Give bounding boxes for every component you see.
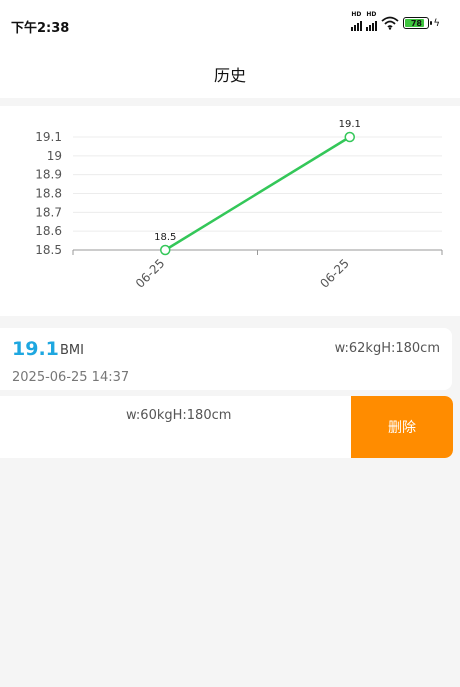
status-bar: 下午2:38 HD HD 78 ϟ — [0, 0, 460, 48]
charging-icon: ϟ — [433, 17, 440, 29]
wifi-icon — [381, 16, 399, 30]
y-tick-label: 18.8 — [35, 187, 62, 201]
data-point — [344, 131, 355, 143]
record-datetime: 2025-06-25 14:37 — [12, 370, 130, 385]
data-label: 18.5 — [154, 232, 176, 243]
status-icons: HD HD 78 ϟ — [351, 11, 440, 31]
battery-level: 78 — [410, 18, 422, 28]
battery-icon: 78 — [403, 17, 433, 29]
page-title: 历史 — [213, 66, 246, 85]
bmi-value: 19.1 — [12, 338, 59, 360]
data-point — [160, 244, 171, 256]
x-tick-label: 06-25 — [133, 256, 168, 291]
status-time: 下午2:38 — [11, 21, 70, 36]
x-tick-label: 06-25 — [317, 256, 352, 291]
data-label: 19.1 — [339, 119, 361, 130]
record-card-swiped[interactable]: w:60kgH:180cm 删除 — [0, 396, 453, 458]
chart-svg: 18.5 18.6 18.7 18.8 18.9 19 19.1 06-25 06-25 18.5… — [35, 119, 443, 291]
weight-height: w:60kgH:180cm — [126, 408, 232, 423]
y-tick-label: 18.7 — [35, 205, 62, 219]
hd-badge: HD — [351, 11, 362, 18]
y-tick-label: 18.5 — [35, 243, 62, 257]
y-tick-label: 18.9 — [35, 168, 62, 182]
y-tick-label: 19 — [47, 149, 62, 163]
bmi-history-chart: 18.5 18.6 18.7 18.8 18.9 19 19.1 06-25 06-25 18.5… — [0, 106, 460, 316]
signal-icon: HD — [351, 11, 363, 31]
header: 历史 — [0, 48, 460, 98]
y-tick-label: 19.1 — [35, 130, 62, 144]
bmi-unit: BMI — [60, 343, 84, 358]
hd-badge: HD — [366, 11, 377, 18]
record-card[interactable]: 19.1 BMI w:62kgH:180cm 2025-06-25 14:37 — [0, 328, 452, 390]
weight-height: w:62kgH:180cm — [334, 341, 440, 356]
delete-button[interactable]: 删除 — [351, 396, 453, 458]
signal-icon: HD — [366, 11, 378, 31]
y-tick-label: 18.6 — [35, 224, 62, 238]
